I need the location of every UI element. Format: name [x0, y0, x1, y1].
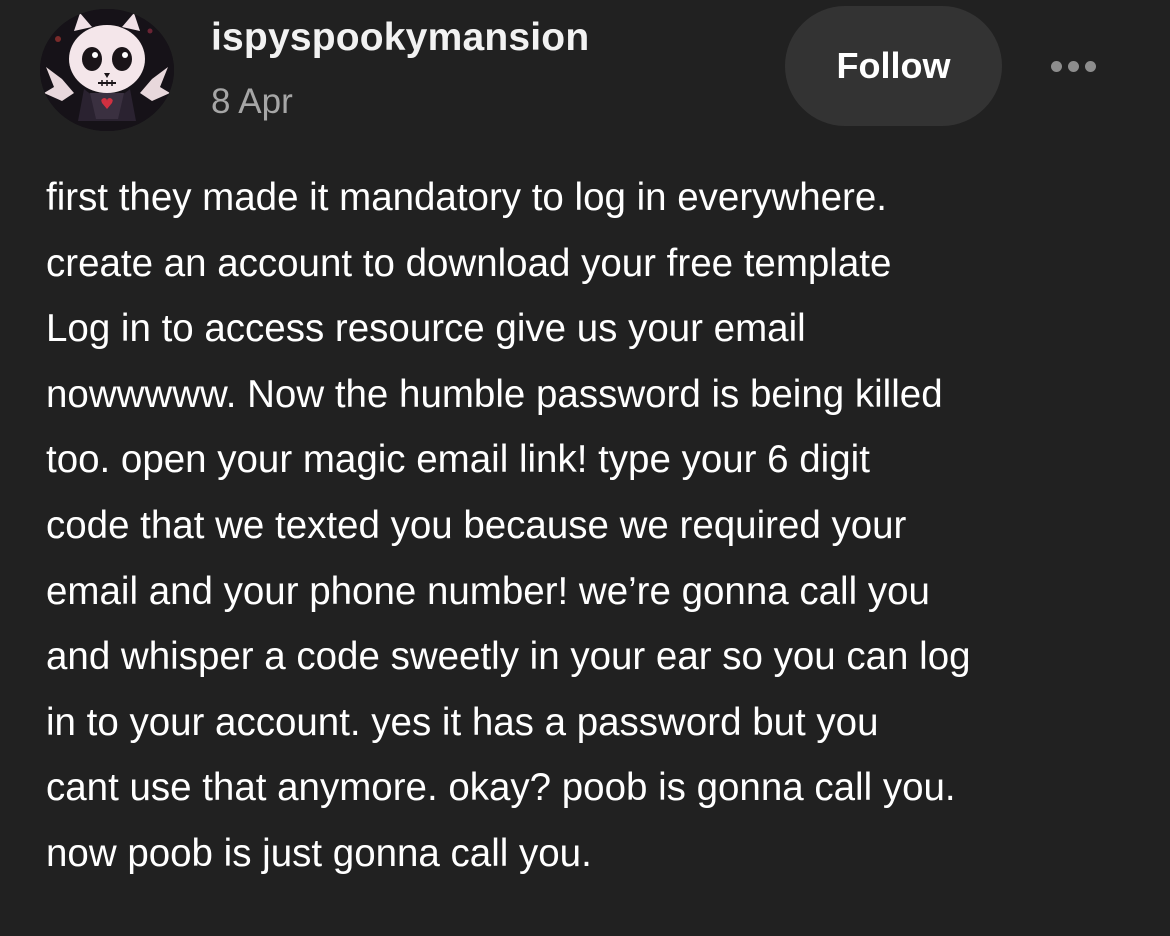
post-body-line: code that we texted you because we requi… [46, 503, 907, 547]
post-body-line: cant use that anymore. okay? poob is gon… [46, 766, 956, 810]
post-body-line: Log in to access resource give us your e… [46, 307, 806, 351]
skull-avatar-icon [40, 9, 174, 131]
more-options-button[interactable] [1036, 46, 1110, 86]
post-body-line: nowwwww. Now the humble password is bein… [46, 372, 943, 416]
follow-button[interactable]: Follow [785, 6, 1002, 126]
post-date[interactable]: 8 Apr [211, 80, 293, 124]
post-body-line: now poob is just gonna call you. [46, 831, 592, 875]
post-body-line: too. open your magic email link! type yo… [46, 438, 870, 482]
user-avatar[interactable] [40, 9, 174, 131]
post-body-line: in to your account. yes it has a passwor… [46, 700, 879, 744]
post-body-line: create an account to download your free … [46, 241, 892, 285]
post-card: ispyspookymansion 8 Apr Follow first the… [0, 0, 1170, 936]
dot-icon [1067, 60, 1079, 72]
dot-icon [1084, 60, 1096, 72]
post-username[interactable]: ispyspookymansion [211, 14, 589, 62]
post-body-line: first they made it mandatory to log in e… [46, 176, 887, 219]
post-body-line: email and your phone number! we’re gonna… [46, 569, 930, 613]
post-body-line: and whisper a code sweetly in your ear s… [46, 635, 971, 679]
more-horizontal-icon [1050, 60, 1096, 72]
dot-icon [1050, 60, 1062, 72]
post-body: first they made it mandatory to log in e… [46, 165, 1146, 887]
